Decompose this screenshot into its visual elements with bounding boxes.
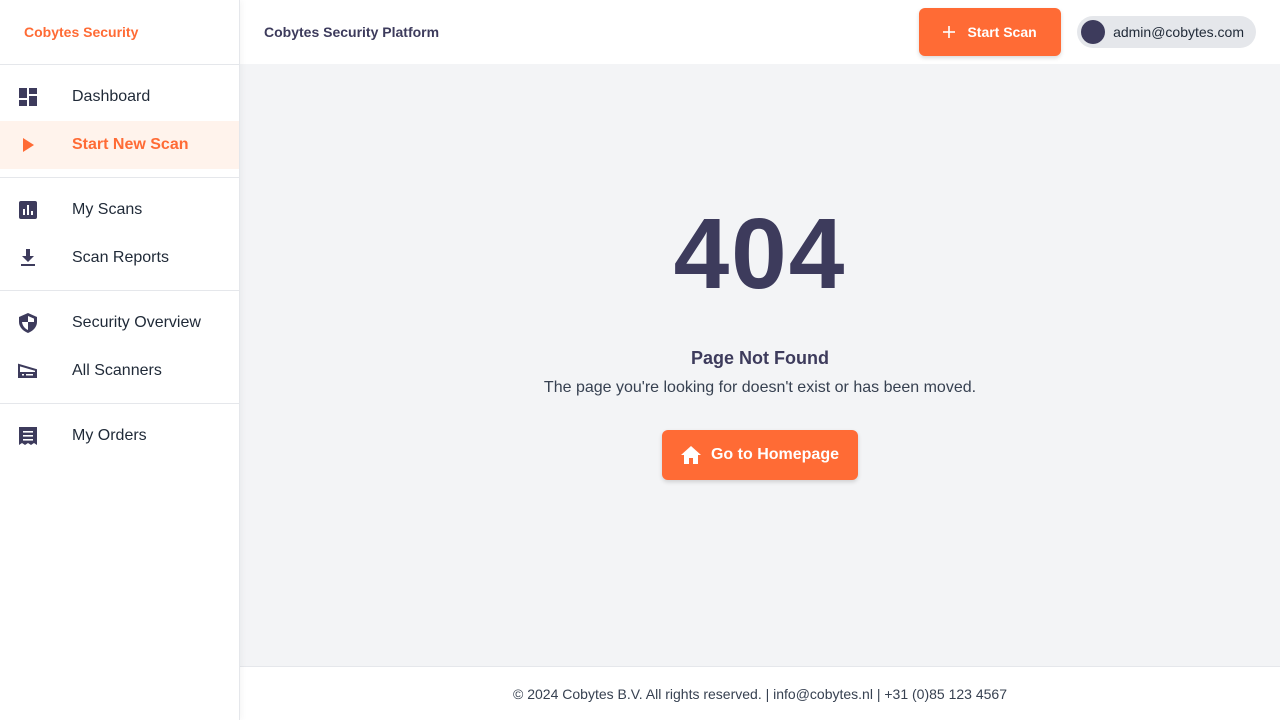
dashboard-icon bbox=[18, 87, 38, 107]
page-title: Cobytes Security Platform bbox=[264, 24, 440, 40]
shield-icon bbox=[18, 313, 38, 333]
sidebar: Cobytes Security Dashboard Start New Sca… bbox=[0, 0, 240, 720]
nav-group-scans: My Scans Scan Reports bbox=[0, 178, 239, 291]
brand[interactable]: Cobytes Security bbox=[0, 0, 239, 65]
sidebar-item-my-orders[interactable]: My Orders bbox=[0, 412, 239, 460]
play-icon bbox=[18, 135, 38, 155]
error-message: The page you're looking for doesn't exis… bbox=[543, 379, 977, 396]
nav-group-orders: My Orders bbox=[0, 404, 239, 468]
sidebar-item-all-scanners[interactable]: All Scanners bbox=[0, 347, 239, 395]
sidebar-item-scan-reports[interactable]: Scan Reports bbox=[0, 234, 239, 282]
error-title: Page Not Found bbox=[691, 348, 829, 368]
sidebar-item-label: Dashboard bbox=[72, 88, 151, 105]
nav-group-main: Dashboard Start New Scan bbox=[0, 65, 239, 178]
download-icon bbox=[18, 248, 38, 268]
footer: © 2024 Cobytes B.V. All rights reserved.… bbox=[240, 666, 1280, 720]
start-scan-label: Start Scan bbox=[967, 24, 1037, 40]
sidebar-item-security-overview[interactable]: Security Overview bbox=[0, 299, 239, 347]
main-content: 404 Page Not Found The page you're looki… bbox=[240, 64, 1280, 666]
go-to-homepage-button[interactable]: Go to Homepage bbox=[662, 430, 858, 480]
user-menu[interactable]: admin@cobytes.com bbox=[1077, 16, 1256, 48]
sidebar-item-label: All Scanners bbox=[72, 362, 162, 379]
chart-icon bbox=[18, 200, 38, 220]
start-scan-button[interactable]: Start Scan bbox=[919, 8, 1062, 56]
sidebar-item-label: Scan Reports bbox=[72, 249, 169, 266]
receipt-icon bbox=[18, 426, 38, 446]
scanner-icon bbox=[18, 361, 38, 381]
top-header: Cobytes Security Platform Start Scan adm… bbox=[240, 0, 1280, 64]
sidebar-item-label: Security Overview bbox=[72, 314, 201, 331]
home-icon bbox=[680, 446, 701, 464]
user-email: admin@cobytes.com bbox=[1113, 24, 1244, 40]
header-actions: Start Scan admin@cobytes.com bbox=[919, 8, 1256, 56]
nav-group-security: Security Overview All Scanners bbox=[0, 291, 239, 404]
sidebar-item-dashboard[interactable]: Dashboard bbox=[0, 73, 239, 121]
sidebar-item-label: My Scans bbox=[72, 201, 143, 218]
footer-text: © 2024 Cobytes B.V. All rights reserved.… bbox=[513, 685, 1007, 702]
sidebar-item-start-new-scan[interactable]: Start New Scan bbox=[0, 121, 239, 169]
sidebar-item-label: My Orders bbox=[72, 427, 147, 444]
avatar bbox=[1081, 20, 1106, 44]
plus-icon bbox=[943, 26, 956, 38]
brand-name[interactable]: Cobytes Security bbox=[24, 24, 138, 40]
sidebar-item-label: Start New Scan bbox=[72, 136, 189, 153]
error-code: 404 bbox=[673, 198, 847, 310]
sidebar-item-my-scans[interactable]: My Scans bbox=[0, 186, 239, 234]
go-to-homepage-label: Go to Homepage bbox=[710, 446, 839, 463]
